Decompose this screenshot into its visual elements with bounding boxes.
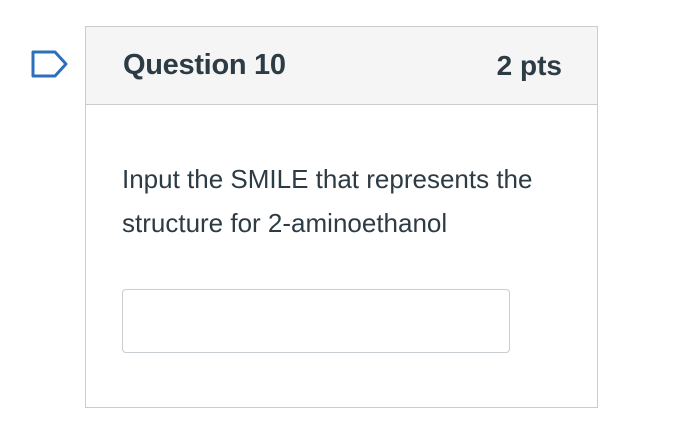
question-header: Question 10 2 pts — [86, 27, 597, 105]
question-text: Input the SMILE that represents the stru… — [122, 164, 533, 238]
flag-outline-icon — [31, 50, 68, 78]
quiz-page: Question 10 2 pts Input the SMILE that r… — [0, 0, 700, 431]
question-points: 2 pts — [496, 49, 562, 81]
question-title: Question 10 — [123, 49, 286, 81]
question-body: Input the SMILE that represents the stru… — [86, 105, 597, 353]
question-card: Question 10 2 pts Input the SMILE that r… — [85, 26, 598, 408]
flag-question-icon[interactable] — [30, 49, 70, 79]
answer-input[interactable] — [122, 289, 510, 353]
